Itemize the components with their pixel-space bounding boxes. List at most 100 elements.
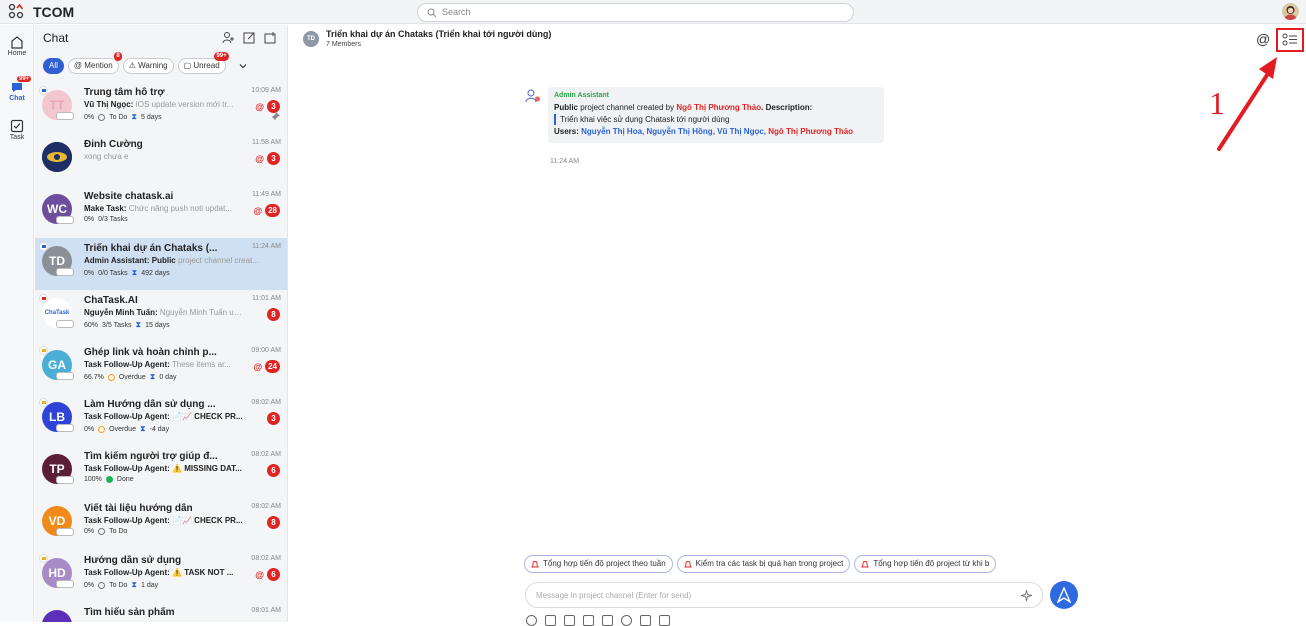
conversation-item-selected[interactable]: TD Triển khai dự án Chataks (... 11:24 A… (35, 238, 287, 290)
rail-home[interactable]: Home (0, 35, 34, 57)
conversation-item[interactable]: WC Website chatask.ai 11:49 AM Make Task… (35, 186, 287, 238)
suggestion-chip[interactable]: Tổng hợp tiến độ project theo tuần (524, 555, 673, 573)
status-todo-icon (98, 113, 106, 121)
link-icon[interactable] (659, 615, 670, 626)
conversation-name: Hướng dẫn sử dụng (84, 555, 182, 566)
conversation-item[interactable]: GA Ghép link và hoàn chỉnh p... 09:00 AM… (35, 342, 287, 394)
message-card: Admin Assistant Public project channel c… (548, 87, 884, 143)
chat-list-panel: Chat All @ Mention 8 ⚠ Warning ▢ Unread 99… (35, 25, 288, 622)
conversation-item[interactable]: HD Hướng dẫn sử dụng 08:02 AM Task Follo… (35, 550, 287, 602)
unread-badge: 8 (267, 516, 280, 529)
preview-text: 📄📈 CHECK PR... (172, 516, 243, 525)
filter-warning[interactable]: ⚠ Warning (122, 58, 174, 74)
conversation-preview: Task Follow-Up Agent: 📄📈 CHECK PR... (84, 516, 244, 525)
conversation-preview: Make Task: Chức năng push noti updat... (84, 204, 244, 213)
avatar-initials: VD (48, 514, 66, 528)
eye-logo-icon (42, 142, 72, 172)
conversation-item[interactable]: TP Tìm kiếm người trợ giúp đ... 08:02 AM… (35, 446, 287, 498)
chevron-down-icon[interactable] (238, 61, 248, 71)
conversation-badges: 8 (267, 308, 280, 321)
conversation-avatar (42, 610, 72, 622)
hourglass-icon: ⧗ (131, 112, 138, 121)
progress-percent: 100% (84, 476, 102, 483)
task-list-button[interactable] (1276, 28, 1304, 52)
search-input[interactable]: Search (417, 3, 854, 22)
days-remaining: 5 days (141, 113, 162, 121)
composer-toolbar (526, 615, 670, 626)
avatar-initials: TT (49, 98, 65, 112)
suggestion-chip[interactable]: Tổng hợp tiến độ project từ khi b (854, 555, 997, 573)
conversation-item[interactable]: ChaTask ChaTask.AI 11:01 AM Nguyễn Minh … (35, 290, 287, 342)
conversation-item[interactable]: Đinh Cường 11:58 AM xong chưa e @3 (35, 134, 287, 186)
channel-header: TD Triển khai dự án Chataks (Triển khai … (289, 25, 1306, 53)
chat-list-actions (222, 31, 277, 44)
avatar-initials: LB (49, 410, 65, 424)
progress-percent: 0% (84, 269, 95, 277)
conversation-meta: 66.7% Overdue ⧗ 0 day (84, 372, 176, 382)
file-icon[interactable] (583, 615, 594, 626)
user-avatar[interactable] (1282, 3, 1299, 20)
preview-sender: Task Follow-Up Agent: (84, 464, 170, 473)
channel-title[interactable]: Triển khai dự án Chataks (Triển khai tới… (326, 29, 551, 39)
image-icon[interactable] (564, 615, 575, 626)
ai-sparkle-icon[interactable] (1020, 589, 1033, 602)
filter-mention[interactable]: @ Mention 8 (67, 52, 122, 74)
lock-icon (56, 320, 74, 328)
rail-chat[interactable]: 99+ Chat (0, 76, 34, 102)
conversation-item[interactable]: VD Viết tài liệu hướng dẫn 08:02 AM Task… (35, 498, 287, 550)
conversation-avatar: WC (42, 194, 74, 224)
message-users: Users: Nguyễn Thị Hoa, Nguyễn Thị Hồng, … (554, 126, 878, 137)
add-user-icon[interactable] (222, 31, 235, 44)
conversation-time: 11:58 AM (251, 139, 281, 146)
hourglass-icon: ⧗ (149, 372, 156, 381)
task-icon[interactable] (602, 615, 613, 626)
mention-icon[interactable] (621, 615, 632, 626)
channel-view: TD Triển khai dự án Chataks (Triển khai … (289, 25, 1306, 626)
conversation-meta: 0% To Do (84, 528, 127, 535)
code-icon[interactable] (640, 615, 651, 626)
preview-sender: Task Follow-Up Agent: (84, 568, 170, 577)
conversation-avatar: ChaTask (39, 294, 74, 328)
conversation-name: Làm Hướng dẫn sử dụng ... (84, 399, 216, 410)
conversation-item[interactable]: LB Làm Hướng dẫn sử dụng ... 08:02 AM Ta… (35, 394, 287, 446)
new-channel-icon[interactable] (264, 31, 277, 44)
chat-icon (12, 83, 22, 92)
conversation-badges: @3 (255, 152, 280, 165)
filter-warning-label: Warning (138, 61, 168, 70)
users-list[interactable]: Nguyễn Thị Hoa, Nguyễn Thị Hồng, Vũ Thị … (581, 127, 766, 136)
mention-icon: @ (253, 205, 263, 216)
task-status: To Do (109, 581, 128, 589)
mention-icon: @ (255, 153, 264, 164)
message-creator[interactable]: Ngô Thị Phương Thảo (676, 103, 761, 112)
progress-percent: 0% (84, 216, 95, 223)
emoji-icon[interactable] (526, 615, 537, 626)
overdue-icon (107, 373, 115, 381)
conversation-avatar: VD (42, 506, 74, 536)
filter-chips: All @ Mention 8 ⚠ Warning ▢ Unread 99+ (43, 52, 248, 74)
suggestion-chip[interactable]: Kiểm tra các task bị quá hạn trong proje… (676, 555, 851, 573)
warning-icon: ⚠ (128, 61, 136, 70)
unread-badge: 3 (267, 152, 280, 165)
app-title: TCOM (33, 4, 75, 20)
pin-icon[interactable] (271, 112, 280, 121)
mention-icon[interactable]: @ (1256, 31, 1270, 47)
conversation-badges: 6 (267, 464, 280, 477)
unread-badge: 6 (267, 568, 280, 581)
message-line-1: Public project channel created by Ngô Th… (554, 102, 878, 113)
task-count: 3/5 Tasks (102, 321, 132, 329)
send-icon (1057, 587, 1071, 603)
conversation-preview: xong chưa e (84, 152, 129, 161)
rail-task[interactable]: Task (0, 119, 34, 141)
attach-icon[interactable] (545, 615, 556, 626)
filter-unread[interactable]: ▢ Unread 99+ (177, 52, 229, 74)
conversation-item[interactable]: Tìm hiểu sản phẩm 08:01 AM (35, 602, 287, 622)
send-button[interactable] (1050, 581, 1078, 609)
channel-members[interactable]: 7 Members (326, 41, 361, 48)
new-message-icon[interactable] (243, 31, 256, 44)
task-status: Overdue (109, 425, 136, 433)
filter-all[interactable]: All (43, 58, 64, 74)
message-input[interactable]: Message in project channel (Enter for se… (525, 582, 1043, 608)
users-creator[interactable]: Ngô Thị Phương Thảo (768, 127, 853, 136)
flag-icon (39, 294, 48, 303)
conversation-item[interactable]: TT Trung tâm hỗ trợ 10:09 AM Vũ Thị Ngọc… (35, 82, 287, 134)
